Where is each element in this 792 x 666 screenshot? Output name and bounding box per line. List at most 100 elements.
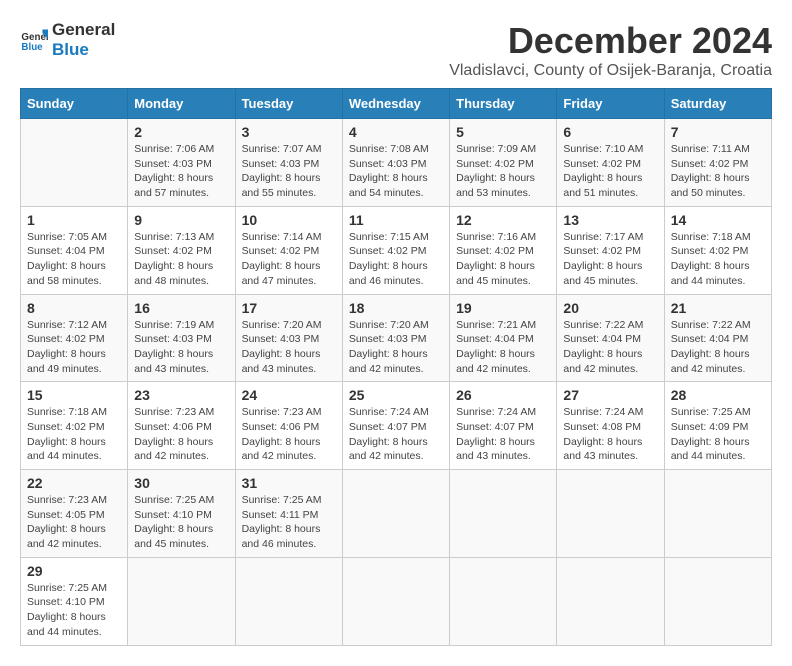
logo: General Blue General Blue bbox=[20, 20, 115, 61]
sunrise-text: Sunrise: 7:24 AM bbox=[349, 405, 443, 420]
daylight-text: Daylight: 8 hours and 54 minutes. bbox=[349, 171, 443, 200]
sunrise-text: Sunrise: 7:21 AM bbox=[456, 318, 550, 333]
calendar-cell: 12 Sunrise: 7:16 AMSunset: 4:02 PMDayligh… bbox=[450, 206, 557, 294]
calendar-cell: 11 Sunrise: 7:15 AMSunset: 4:02 PMDayligh… bbox=[342, 206, 449, 294]
day-number: 26 bbox=[456, 387, 550, 403]
sunset-text: Sunset: 4:02 PM bbox=[134, 244, 228, 259]
day-info: Sunrise: 7:17 AMSunset: 4:02 PMDaylight:… bbox=[563, 230, 657, 289]
calendar-cell: 24Sunrise: 7:23 AMSunset: 4:06 PMDayligh… bbox=[235, 382, 342, 470]
sunset-text: Sunset: 4:10 PM bbox=[134, 508, 228, 523]
daylight-text: Daylight: 8 hours and 57 minutes. bbox=[134, 171, 228, 200]
sunrise-text: Sunrise: 7:11 AM bbox=[671, 142, 765, 157]
day-info: Sunrise: 7:09 AMSunset: 4:02 PMDaylight:… bbox=[456, 142, 550, 201]
day-info: Sunrise: 7:25 AMSunset: 4:11 PMDaylight:… bbox=[242, 493, 336, 552]
location-title: Vladislavci, County of Osijek-Baranja, C… bbox=[449, 62, 772, 80]
calendar-cell: 6 Sunrise: 7:10 AMSunset: 4:02 PMDaylight… bbox=[557, 119, 664, 207]
day-number: 7 bbox=[671, 124, 765, 140]
sunrise-text: Sunrise: 7:22 AM bbox=[563, 318, 657, 333]
sunset-text: Sunset: 4:08 PM bbox=[563, 420, 657, 435]
sunset-text: Sunset: 4:09 PM bbox=[671, 420, 765, 435]
calendar-cell: 30Sunrise: 7:25 AMSunset: 4:10 PMDayligh… bbox=[128, 470, 235, 558]
sunrise-text: Sunrise: 7:25 AM bbox=[134, 493, 228, 508]
sunset-text: Sunset: 4:06 PM bbox=[134, 420, 228, 435]
daylight-text: Daylight: 8 hours and 42 minutes. bbox=[456, 347, 550, 376]
page-container: General Blue General Blue December 2024 … bbox=[20, 20, 772, 646]
calendar-cell: 7 Sunrise: 7:11 AMSunset: 4:02 PMDaylight… bbox=[664, 119, 771, 207]
calendar-cell: 2Sunrise: 7:06 AMSunset: 4:03 PMDaylight… bbox=[128, 119, 235, 207]
sunrise-text: Sunrise: 7:22 AM bbox=[671, 318, 765, 333]
day-number: 31 bbox=[242, 475, 336, 491]
day-number: 22 bbox=[27, 475, 121, 491]
calendar-cell: 29Sunrise: 7:25 AMSunset: 4:10 PMDayligh… bbox=[21, 557, 128, 645]
calendar-cell: 1Sunrise: 7:05 AMSunset: 4:04 PMDaylight… bbox=[21, 206, 128, 294]
day-info: Sunrise: 7:13 AMSunset: 4:02 PMDaylight:… bbox=[134, 230, 228, 289]
sunrise-text: Sunrise: 7:20 AM bbox=[242, 318, 336, 333]
day-info: Sunrise: 7:10 AMSunset: 4:02 PMDaylight:… bbox=[563, 142, 657, 201]
sunset-text: Sunset: 4:03 PM bbox=[134, 157, 228, 172]
daylight-text: Daylight: 8 hours and 58 minutes. bbox=[27, 259, 121, 288]
sunset-text: Sunset: 4:02 PM bbox=[27, 332, 121, 347]
day-number: 6 bbox=[563, 124, 657, 140]
daylight-text: Daylight: 8 hours and 53 minutes. bbox=[456, 171, 550, 200]
day-number: 8 bbox=[27, 300, 121, 316]
calendar-cell: 18Sunrise: 7:20 AMSunset: 4:03 PMDayligh… bbox=[342, 294, 449, 382]
sunrise-text: Sunrise: 7:08 AM bbox=[349, 142, 443, 157]
day-number: 23 bbox=[134, 387, 228, 403]
calendar-cell: 8Sunrise: 7:12 AMSunset: 4:02 PMDaylight… bbox=[21, 294, 128, 382]
daylight-text: Daylight: 8 hours and 43 minutes. bbox=[134, 347, 228, 376]
calendar-cell: 23Sunrise: 7:23 AMSunset: 4:06 PMDayligh… bbox=[128, 382, 235, 470]
day-number: 20 bbox=[563, 300, 657, 316]
calendar-cell: 3Sunrise: 7:07 AMSunset: 4:03 PMDaylight… bbox=[235, 119, 342, 207]
day-number: 9 bbox=[134, 212, 228, 228]
calendar-cell: 4 Sunrise: 7:08 AMSunset: 4:03 PMDaylight… bbox=[342, 119, 449, 207]
day-number: 4 bbox=[349, 124, 443, 140]
day-info: Sunrise: 7:05 AMSunset: 4:04 PMDaylight:… bbox=[27, 230, 121, 289]
daylight-text: Daylight: 8 hours and 42 minutes. bbox=[349, 435, 443, 464]
sunset-text: Sunset: 4:04 PM bbox=[671, 332, 765, 347]
sunrise-text: Sunrise: 7:18 AM bbox=[671, 230, 765, 245]
sunset-text: Sunset: 4:03 PM bbox=[349, 332, 443, 347]
sunrise-text: Sunrise: 7:23 AM bbox=[134, 405, 228, 420]
sunset-text: Sunset: 4:05 PM bbox=[27, 508, 121, 523]
sunset-text: Sunset: 4:03 PM bbox=[242, 332, 336, 347]
calendar-cell: 9 Sunrise: 7:13 AMSunset: 4:02 PMDaylight… bbox=[128, 206, 235, 294]
day-info: Sunrise: 7:07 AMSunset: 4:03 PMDaylight:… bbox=[242, 142, 336, 201]
month-title: December 2024 bbox=[449, 20, 772, 62]
day-number: 27 bbox=[563, 387, 657, 403]
daylight-text: Daylight: 8 hours and 50 minutes. bbox=[671, 171, 765, 200]
calendar-cell bbox=[21, 119, 128, 207]
day-number: 28 bbox=[671, 387, 765, 403]
day-number: 11 bbox=[349, 212, 443, 228]
sunrise-text: Sunrise: 7:06 AM bbox=[134, 142, 228, 157]
day-number: 12 bbox=[456, 212, 550, 228]
sunrise-text: Sunrise: 7:12 AM bbox=[27, 318, 121, 333]
calendar-cell: 14Sunrise: 7:18 AMSunset: 4:02 PMDayligh… bbox=[664, 206, 771, 294]
calendar-cell bbox=[450, 470, 557, 558]
daylight-text: Daylight: 8 hours and 55 minutes. bbox=[242, 171, 336, 200]
title-section: December 2024 Vladislavci, County of Osi… bbox=[449, 20, 772, 80]
day-info: Sunrise: 7:23 AMSunset: 4:05 PMDaylight:… bbox=[27, 493, 121, 552]
sunrise-text: Sunrise: 7:25 AM bbox=[242, 493, 336, 508]
day-info: Sunrise: 7:18 AMSunset: 4:02 PMDaylight:… bbox=[27, 405, 121, 464]
calendar-cell bbox=[342, 470, 449, 558]
sunset-text: Sunset: 4:02 PM bbox=[242, 244, 336, 259]
day-info: Sunrise: 7:18 AMSunset: 4:02 PMDaylight:… bbox=[671, 230, 765, 289]
day-info: Sunrise: 7:24 AMSunset: 4:07 PMDaylight:… bbox=[456, 405, 550, 464]
logo-icon: General Blue bbox=[20, 26, 48, 54]
day-info: Sunrise: 7:22 AMSunset: 4:04 PMDaylight:… bbox=[563, 318, 657, 377]
calendar-cell: 21Sunrise: 7:22 AMSunset: 4:04 PMDayligh… bbox=[664, 294, 771, 382]
sunset-text: Sunset: 4:02 PM bbox=[671, 157, 765, 172]
calendar-cell: 22 Sunrise: 7:23 AMSunset: 4:05 PMDayligh… bbox=[21, 470, 128, 558]
day-number: 17 bbox=[242, 300, 336, 316]
header-monday: Monday bbox=[128, 89, 235, 119]
day-info: Sunrise: 7:08 AMSunset: 4:03 PMDaylight:… bbox=[349, 142, 443, 201]
calendar-cell bbox=[235, 557, 342, 645]
header-saturday: Saturday bbox=[664, 89, 771, 119]
day-info: Sunrise: 7:15 AMSunset: 4:02 PMDaylight:… bbox=[349, 230, 443, 289]
day-info: Sunrise: 7:16 AMSunset: 4:02 PMDaylight:… bbox=[456, 230, 550, 289]
sunrise-text: Sunrise: 7:24 AM bbox=[456, 405, 550, 420]
daylight-text: Daylight: 8 hours and 45 minutes. bbox=[563, 259, 657, 288]
sunrise-text: Sunrise: 7:14 AM bbox=[242, 230, 336, 245]
daylight-text: Daylight: 8 hours and 42 minutes. bbox=[563, 347, 657, 376]
calendar-cell: 20 Sunrise: 7:22 AMSunset: 4:04 PMDayligh… bbox=[557, 294, 664, 382]
